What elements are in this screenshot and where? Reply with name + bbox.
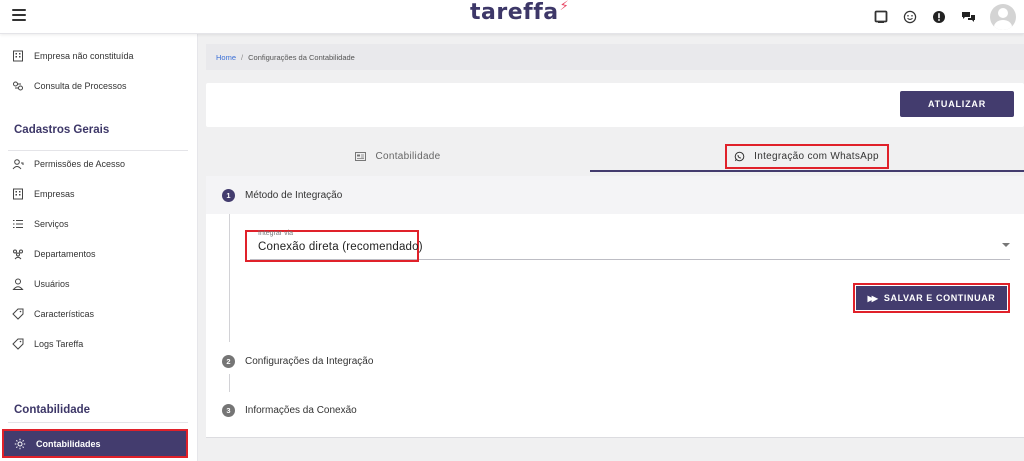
integrar-via-select[interactable]: Integrar via Conexão direta (recomendado…	[245, 230, 1010, 262]
breadcrumb-current: Configurações da Contabilidade	[248, 52, 355, 62]
sidebar-item-departamentos[interactable]: Departamentos	[12, 243, 192, 265]
chat-icon[interactable]	[960, 9, 976, 25]
step-metodo-integracao[interactable]: 1 Método de Integração	[206, 176, 1024, 214]
tabs: Contabilidade Integração com WhatsApp	[206, 140, 1024, 172]
sidebar-item-empresas[interactable]: Empresas	[12, 183, 192, 205]
tag-icon	[12, 338, 24, 350]
submit-highlight: ▶▶ SALVAR E CONTINUAR	[853, 283, 1010, 313]
salvar-continuar-button[interactable]: ▶▶ SALVAR E CONTINUAR	[856, 286, 1007, 310]
fast-forward-icon: ▶▶	[867, 293, 878, 303]
button-label: SALVAR E CONTINUAR	[883, 293, 996, 303]
step-number: 2	[222, 354, 235, 368]
step-title: Método de Integração	[245, 189, 343, 201]
sidebar-item-servicos[interactable]: Serviços	[12, 213, 192, 235]
breadcrumb: Home / Configurações da Contabilidade	[206, 44, 1024, 70]
sidebar-item-label: Permissões de Acesso	[34, 159, 126, 169]
stepper-panel: 1 Método de Integração Integrar via Cone…	[206, 176, 1024, 438]
step-title: Informações da Conexão	[245, 404, 357, 416]
chevron-down-icon	[1002, 243, 1010, 247]
step-number: 3	[222, 403, 235, 417]
sidebar-item-empresa-nao-constituida[interactable]: Empresa não constituída	[12, 45, 192, 67]
section-heading-cadastros: Cadastros Gerais	[14, 124, 110, 136]
sidebar-item-label: Departamentos	[34, 249, 96, 259]
sidebar-item-label: Usuários	[34, 279, 70, 289]
top-icons	[860, 0, 1016, 34]
step-configuracoes-integracao[interactable]: 2 Configurações da Integração	[206, 342, 1024, 380]
avatar[interactable]	[990, 4, 1016, 30]
list-icon	[13, 220, 23, 228]
sidebar-item-label: Serviços	[34, 219, 69, 229]
tab-integracao-whatsapp[interactable]: Integração com WhatsApp	[590, 140, 1024, 172]
tablet-icon[interactable]	[873, 9, 889, 25]
breadcrumb-separator: /	[241, 52, 244, 62]
building-icon	[13, 50, 23, 62]
step-number: 1	[222, 188, 235, 202]
card-icon	[355, 151, 367, 161]
sidebar-item-label: Empresas	[34, 189, 75, 199]
divider	[8, 422, 188, 423]
sidebar-item-label: Empresa não constituída	[34, 51, 134, 61]
sidebar-item-contabilidades[interactable]: Contabilidades	[2, 429, 188, 458]
step-connector	[229, 214, 230, 342]
user-permission-icon	[12, 159, 24, 170]
breadcrumb-home-link[interactable]: Home	[216, 53, 236, 62]
tareffa-logo[interactable]: tareffa⚡	[470, 0, 569, 25]
sidebar-item-label: Características	[34, 309, 95, 319]
step-informacoes-conexao[interactable]: 3 Informações da Conexão	[206, 391, 1024, 429]
gear-icon	[14, 438, 26, 449]
divider	[8, 150, 188, 151]
group-icon	[13, 249, 23, 260]
section-heading-contabilidade: Contabilidade	[14, 404, 91, 416]
action-card: ATUALIZAR	[206, 83, 1024, 127]
tab-highlight: Integração com WhatsApp	[725, 143, 889, 169]
tag-icon	[12, 308, 24, 320]
sidebar-item-label: Consulta de Processos	[34, 81, 127, 91]
atualizar-button[interactable]: ATUALIZAR	[900, 91, 1014, 117]
step-connector	[229, 374, 230, 392]
whatsapp-icon	[734, 151, 745, 161]
tab-label: Integração com WhatsApp	[754, 150, 879, 162]
sidebar-item-consulta-processos[interactable]: Consulta de Processos	[12, 75, 192, 97]
tab-contabilidade[interactable]: Contabilidade	[206, 140, 590, 172]
step-title: Configurações da Integração	[245, 355, 374, 367]
smile-icon[interactable]	[902, 9, 918, 25]
building-icon	[13, 188, 23, 200]
sidebar-item-logs-tareffa[interactable]: Logs Tareffa	[12, 333, 192, 355]
sidebar-item-permissoes[interactable]: Permissões de Acesso	[12, 153, 192, 175]
tab-label: Contabilidade	[375, 150, 441, 162]
field-label: Integrar via	[258, 230, 294, 237]
process-icon	[13, 81, 23, 91]
sidebar: Empresa não constituída Consulta de Proc…	[0, 34, 198, 461]
sidebar-item-usuarios[interactable]: Usuários	[12, 273, 192, 295]
sidebar-item-caracteristicas[interactable]: Características	[12, 303, 192, 325]
alert-icon[interactable]	[931, 9, 947, 25]
menu-icon[interactable]	[12, 9, 26, 21]
sidebar-item-label: Logs Tareffa	[34, 339, 84, 349]
field-value: Conexão direta (recomendado)	[258, 241, 423, 253]
user-icon	[12, 278, 24, 290]
top-bar: tareffa⚡	[0, 0, 1024, 34]
sidebar-item-label: Contabilidades	[36, 438, 101, 449]
